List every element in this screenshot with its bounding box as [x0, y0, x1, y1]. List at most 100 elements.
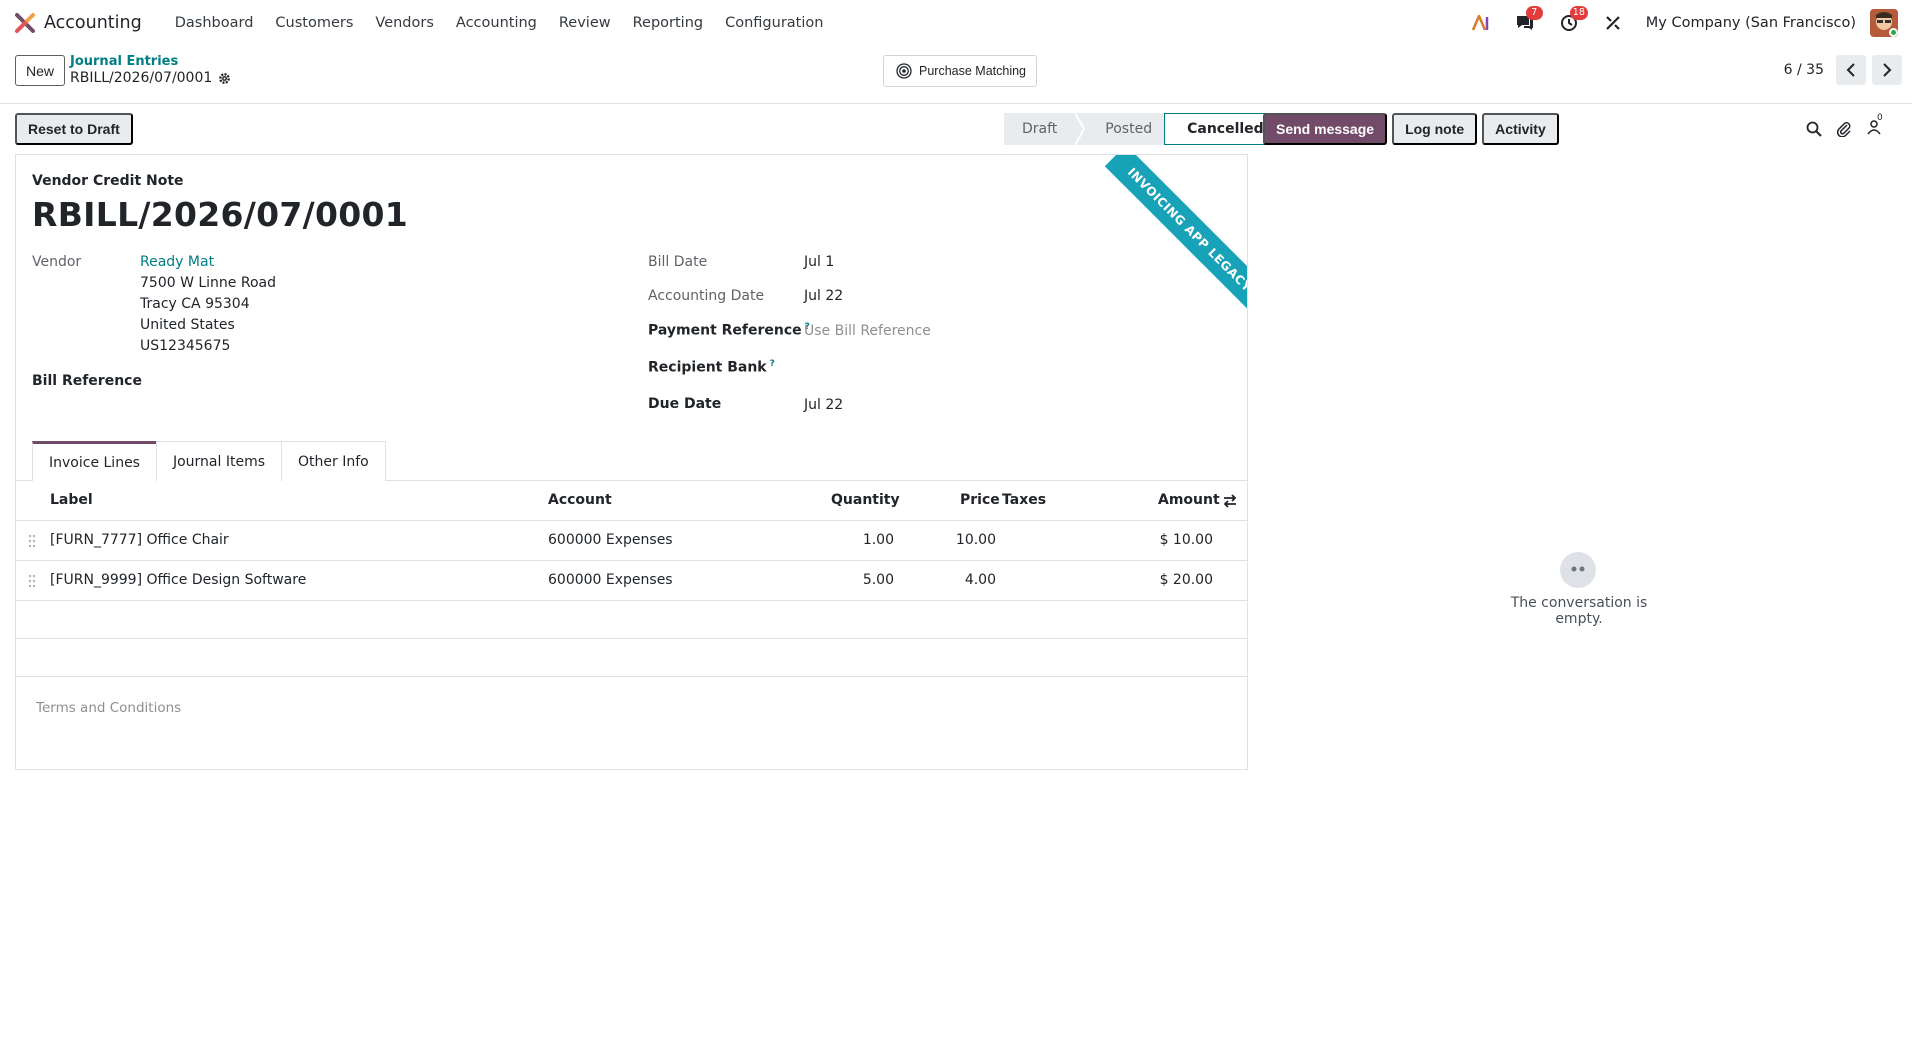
empty-row — [16, 639, 1247, 677]
breadcrumb-current: RBILL/2026/07/0001 — [70, 70, 231, 86]
column-label[interactable]: Label — [50, 492, 93, 508]
form-sheet: INVOICING APP LEGACY Vendor Credit Note … — [15, 154, 1248, 770]
purchase-matching-button[interactable]: Purchase Matching — [883, 55, 1038, 87]
table-row[interactable]: [FURN_7777] Office Chair 600000 Expenses… — [16, 521, 1247, 561]
activities-badge: 18 — [1569, 6, 1588, 20]
vendor-address-line: 7500 W Linne Road — [140, 275, 277, 291]
line-label[interactable]: [FURN_7777] Office Chair — [50, 532, 229, 548]
main-menu: Dashboard Customers Vendors Accounting R… — [164, 15, 835, 31]
messages-badge: 7 — [1525, 6, 1543, 20]
line-quantity[interactable]: 5.00 — [863, 572, 894, 588]
search-icon[interactable] — [1806, 121, 1822, 137]
menu-review[interactable]: Review — [548, 15, 622, 31]
status-step-posted[interactable]: Posted — [1085, 113, 1165, 145]
pager-previous-button[interactable] — [1836, 55, 1866, 85]
company-switcher[interactable]: My Company (San Francisco) — [1646, 15, 1856, 31]
notebook-tabs: Invoice Lines Journal Items Other Info — [32, 441, 386, 481]
breadcrumb-current-label: RBILL/2026/07/0001 — [70, 70, 213, 86]
systray: 7 18 My Company (San Francisco) — [1448, 0, 1912, 46]
tab-journal-items[interactable]: Journal Items — [155, 441, 283, 481]
drag-handle-icon[interactable] — [28, 534, 36, 548]
bill-date-value[interactable]: Jul 1 — [804, 254, 834, 270]
status-steps: Draft Posted Cancelled — [1004, 113, 1281, 145]
help-icon[interactable]: ? — [770, 359, 775, 369]
column-amount[interactable]: Amount — [1158, 492, 1220, 508]
column-quantity[interactable]: Quantity — [831, 492, 900, 508]
payment-reference-label-text: Payment Reference — [648, 322, 802, 339]
line-account[interactable]: 600000 Expenses — [548, 572, 673, 588]
vendor-link[interactable]: Ready Mat — [140, 254, 214, 270]
control-panel: New Journal Entries RBILL/2026/07/0001 P… — [0, 46, 1912, 104]
column-taxes[interactable]: Taxes — [1002, 492, 1046, 508]
new-button[interactable]: New — [15, 55, 66, 86]
accounting-date-label: Accounting Date — [648, 288, 765, 304]
tab-invoice-lines[interactable]: Invoice Lines — [32, 441, 157, 481]
chatter-tools: 0 — [1806, 113, 1883, 142]
send-message-button[interactable]: Send message — [1263, 113, 1388, 145]
payment-reference-input[interactable]: Use Bill Reference — [804, 323, 931, 339]
accounting-date-value[interactable]: Jul 22 — [804, 288, 843, 304]
form-statusbar: Reset to Draft Draft Posted Cancelled — [0, 112, 1281, 146]
reset-to-draft-button[interactable]: Reset to Draft — [15, 113, 133, 145]
line-amount: $ 10.00 — [1159, 532, 1213, 548]
pager-value[interactable]: 6 / 35 — [1784, 62, 1824, 78]
chevron-right-icon — [1883, 63, 1892, 77]
line-price[interactable]: 4.00 — [965, 572, 996, 588]
empty-row — [16, 601, 1247, 639]
line-account[interactable]: 600000 Expenses — [548, 532, 673, 548]
log-note-button[interactable]: Log note — [1392, 113, 1478, 145]
vendor-address-line: Tracy CA 95304 — [140, 296, 250, 312]
followers-button[interactable]: 0 — [1866, 113, 1883, 139]
pager-next-button[interactable] — [1872, 55, 1902, 85]
ai-assistant-icon[interactable] — [1470, 12, 1492, 34]
menu-vendors[interactable]: Vendors — [364, 15, 445, 31]
vendor-vat: US12345675 — [140, 338, 231, 354]
menu-configuration[interactable]: Configuration — [714, 15, 834, 31]
gear-icon[interactable] — [218, 72, 231, 85]
messages-icon[interactable]: 7 — [1514, 6, 1543, 34]
menu-dashboard[interactable]: Dashboard — [164, 15, 265, 31]
bill-reference-label: Bill Reference — [32, 373, 142, 389]
recipient-bank-label-text: Recipient Bank — [648, 359, 767, 376]
line-amount: $ 20.00 — [1159, 572, 1213, 588]
menu-accounting[interactable]: Accounting — [445, 15, 548, 31]
chatter-topbar: Send message Log note Activity — [1263, 113, 1559, 145]
vendor-address-line: United States — [140, 317, 235, 333]
activities-clock-icon[interactable]: 18 — [1558, 6, 1588, 34]
breadcrumb-journal-entries[interactable]: Journal Entries — [70, 54, 178, 69]
payment-reference-label: Payment Reference? — [648, 322, 810, 339]
menu-customers[interactable]: Customers — [264, 15, 364, 31]
chevron-left-icon — [1846, 63, 1855, 77]
accounting-app-logo[interactable] — [14, 12, 36, 34]
line-price[interactable]: 10.00 — [956, 532, 996, 548]
activity-button[interactable]: Activity — [1482, 113, 1559, 145]
app-name[interactable]: Accounting — [44, 13, 142, 33]
empty-conversation-icon — [1560, 552, 1596, 588]
status-step-draft[interactable]: Draft — [1004, 113, 1076, 145]
user-avatar[interactable] — [1870, 9, 1898, 37]
recipient-bank-label: Recipient Bank? — [648, 359, 775, 376]
followers-count: 0 — [1877, 113, 1883, 123]
line-quantity[interactable]: 1.00 — [863, 532, 894, 548]
invoice-lines-header: Label Account Quantity Price Taxes Amoun… — [16, 481, 1247, 521]
line-label[interactable]: [FURN_9999] Office Design Software — [50, 572, 306, 588]
column-price[interactable]: Price — [960, 492, 1000, 508]
document-name: RBILL/2026/07/0001 — [32, 195, 409, 234]
legacy-ribbon: INVOICING APP LEGACY — [1104, 155, 1247, 315]
top-navbar: Accounting Dashboard Customers Vendors A… — [0, 0, 1912, 46]
due-date-value[interactable]: Jul 22 — [804, 397, 843, 413]
paperclip-icon[interactable] — [1836, 121, 1852, 137]
menu-reporting[interactable]: Reporting — [622, 15, 715, 31]
empty-conversation-text: The conversation is empty. — [1510, 595, 1648, 627]
bill-date-label: Bill Date — [648, 254, 708, 270]
record-pager: 6 / 35 — [1784, 55, 1902, 85]
optional-columns-toggle-icon[interactable] — [1222, 493, 1238, 509]
drag-handle-icon[interactable] — [28, 574, 36, 588]
table-row[interactable]: [FURN_9999] Office Design Software 60000… — [16, 561, 1247, 601]
document-type: Vendor Credit Note — [32, 173, 184, 189]
vendor-label: Vendor — [32, 254, 82, 270]
column-account[interactable]: Account — [548, 492, 612, 508]
terms-and-conditions-input[interactable]: Terms and Conditions — [36, 700, 181, 716]
debug-tools-icon[interactable] — [1602, 12, 1624, 34]
tab-other-info[interactable]: Other Info — [281, 441, 386, 481]
